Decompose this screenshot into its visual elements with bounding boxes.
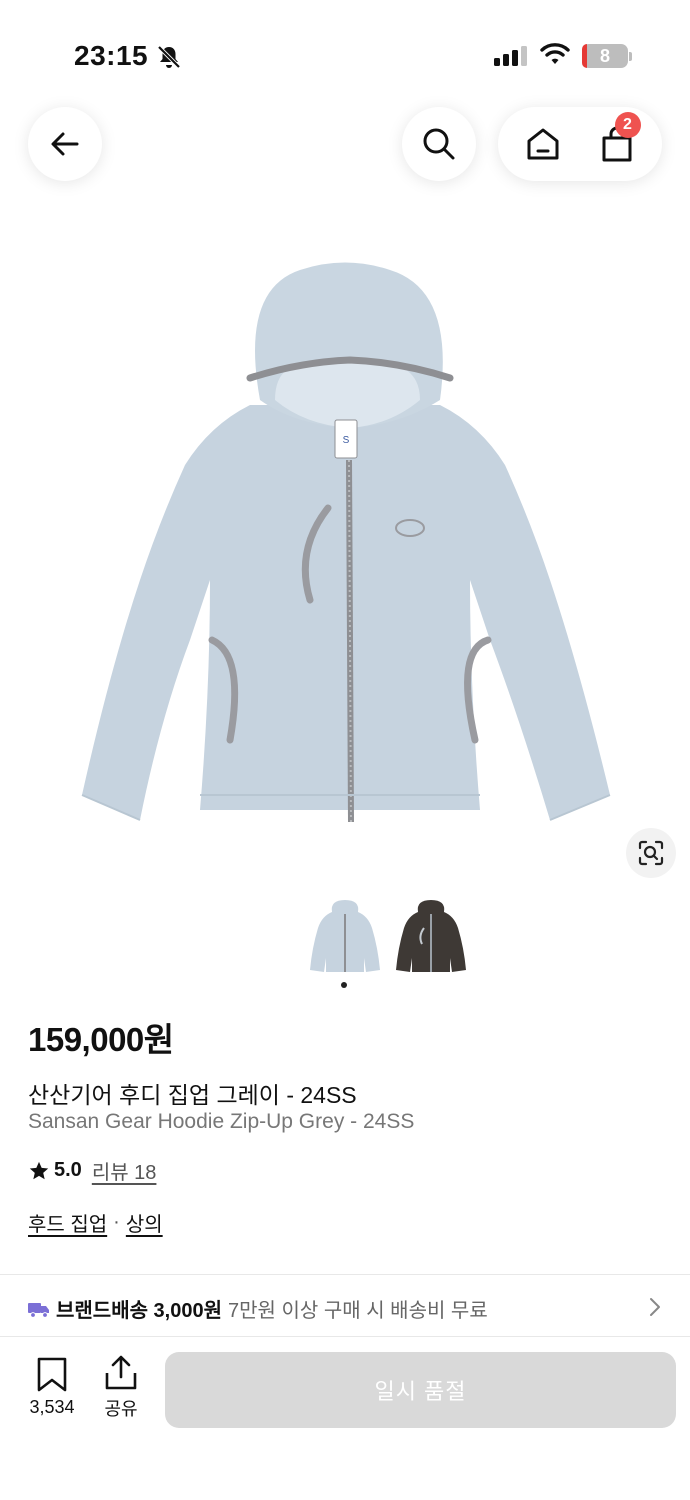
arrow-left-icon [51, 132, 79, 156]
battery-cap [629, 52, 632, 61]
search-icon [423, 128, 455, 160]
category-separator: · [113, 1211, 120, 1233]
carousel-indicator [341, 982, 347, 988]
soldout-button[interactable]: 일시 품절 [165, 1352, 676, 1428]
battery-level: 8 [599, 46, 610, 66]
product-price: 159,000원 [28, 1021, 174, 1058]
category-link-tops[interactable]: 상의 [126, 1208, 163, 1237]
review-link[interactable]: 리뷰 18 [92, 1156, 157, 1185]
shipping-note: 7만원 이상 구매 시 배송비 무료 [228, 1300, 488, 1322]
truck-icon [28, 1302, 49, 1318]
status-bar: 23:15 8 [0, 0, 690, 110]
cart-count-badge: 2 [614, 112, 641, 138]
image-search-button[interactable] [626, 828, 676, 878]
share-icon [105, 1355, 137, 1390]
back-button[interactable] [28, 107, 102, 181]
bell-off-icon [157, 45, 181, 69]
product-image[interactable]: S [70, 250, 620, 840]
share-button[interactable]: 공유 [98, 1355, 144, 1421]
rating-row: 5.0 리뷰 18 [28, 1156, 156, 1185]
shipping-label: 브랜드배송 3,000원 [56, 1300, 223, 1322]
shipping-info-row[interactable]: 브랜드배송 3,000원 7만원 이상 구매 시 배송비 무료 [28, 1294, 668, 1323]
bottom-action-bar: 3,534 공유 일시 품절 [0, 1337, 690, 1500]
thumbnail-brown[interactable] [396, 898, 466, 976]
svg-text:S: S [343, 435, 350, 446]
rating-value: 5.0 [54, 1159, 82, 1181]
signal-icon [494, 46, 527, 66]
cart-button[interactable]: 2 [597, 112, 641, 164]
bookmark-count: 3,534 [29, 1397, 75, 1417]
star-icon [29, 1161, 49, 1179]
wifi-icon [540, 43, 570, 64]
home-icon[interactable] [524, 125, 562, 163]
product-name-korean: 산산기어 후디 집업 그레이 - 24SS [28, 1082, 357, 1108]
chevron-right-icon [650, 1298, 660, 1316]
divider [0, 1274, 690, 1275]
category-breadcrumb: 후드 집업 · 상의 [28, 1208, 163, 1237]
bookmark-icon [37, 1357, 67, 1392]
lens-scan-icon [638, 840, 664, 866]
status-time: 23:15 [74, 40, 149, 71]
battery-indicator: 8 [582, 44, 628, 68]
bookmark-button[interactable]: 3,534 [22, 1357, 82, 1418]
search-button[interactable] [402, 107, 476, 181]
category-link-hood-zipup[interactable]: 후드 집업 [28, 1208, 107, 1237]
product-name-english: Sansan Gear Hoodie Zip-Up Grey - 24SS [28, 1110, 415, 1133]
home-cart-group: 2 [498, 107, 662, 181]
thumbnail-grey[interactable] [310, 898, 380, 976]
share-label: 공유 [104, 1399, 138, 1419]
